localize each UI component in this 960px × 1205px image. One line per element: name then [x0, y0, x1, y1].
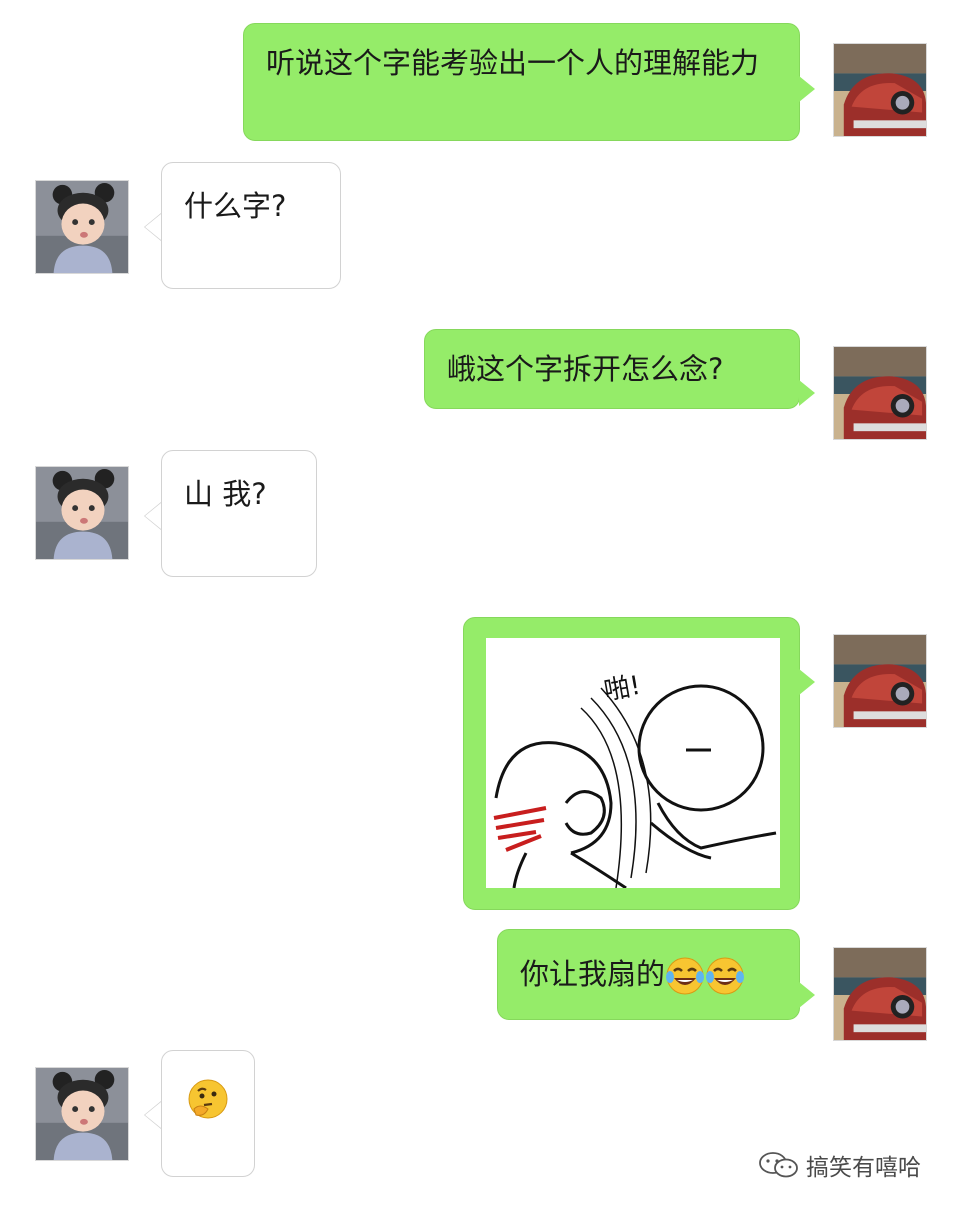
child-avatar-icon — [36, 467, 128, 559]
message-text: 峨这个字拆开怎么念? — [447, 352, 724, 386]
bubble-tail — [144, 1101, 161, 1129]
message-bubble-outgoing[interactable]: 听说这个字能考验出一个人的理解能力 — [243, 23, 800, 141]
sticker-caption: 啪! — [602, 671, 643, 707]
watermark: 搞笑有嘻哈 — [758, 1148, 948, 1182]
tears-of-joy-emoji-icon — [706, 957, 745, 995]
bubble-tail — [799, 669, 815, 695]
message-bubble-incoming[interactable] — [161, 1050, 255, 1177]
car-avatar-icon — [834, 44, 926, 136]
bubble-tail — [799, 76, 815, 102]
tears-of-joy-emoji-icon — [666, 957, 705, 995]
message-bubble-image[interactable]: 啪! — [463, 617, 800, 910]
wechat-logo-icon — [759, 1152, 798, 1178]
watermark-text: 搞笑有嘻哈 — [806, 1155, 921, 1181]
message-bubble-outgoing[interactable]: 你让我扇的 — [497, 929, 800, 1020]
slap-sticker-image: 啪! — [486, 638, 780, 888]
bubble-tail — [799, 982, 815, 1008]
my-avatar[interactable] — [833, 43, 927, 137]
message-text: 山 我? — [184, 477, 267, 511]
car-avatar-icon — [834, 948, 926, 1040]
message-text: 听说这个字能考验出一个人的理解能力 — [266, 46, 760, 80]
friend-avatar[interactable] — [35, 466, 129, 560]
thinking-face-emoji-icon — [188, 1079, 228, 1119]
message-text: 你让我扇的 — [520, 957, 666, 991]
my-avatar[interactable] — [833, 634, 927, 728]
bubble-tail — [144, 213, 161, 241]
friend-avatar[interactable] — [35, 1067, 129, 1161]
car-avatar-icon — [834, 635, 926, 727]
message-bubble-incoming[interactable]: 山 我? — [161, 450, 317, 577]
bubble-tail — [144, 502, 161, 530]
message-bubble-outgoing[interactable]: 峨这个字拆开怎么念? — [424, 329, 800, 409]
my-avatar[interactable] — [833, 346, 927, 440]
my-avatar[interactable] — [833, 947, 927, 1041]
message-bubble-incoming[interactable]: 什么字? — [161, 162, 341, 289]
friend-avatar[interactable] — [35, 180, 129, 274]
bubble-tail — [799, 380, 815, 406]
message-text: 什么字? — [184, 189, 287, 223]
child-avatar-icon — [36, 181, 128, 273]
car-avatar-icon — [834, 347, 926, 439]
child-avatar-icon — [36, 1068, 128, 1160]
